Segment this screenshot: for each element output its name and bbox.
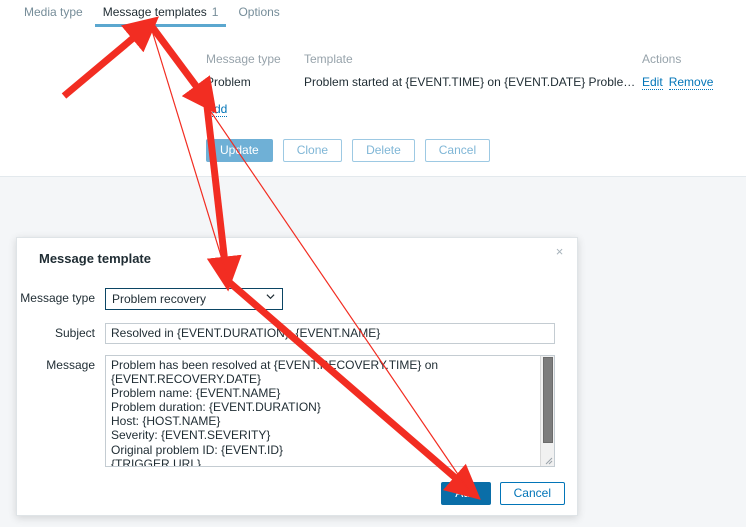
- message-type-select-value: Problem recovery: [112, 292, 207, 306]
- add-template-row: Add: [206, 102, 720, 120]
- textarea-scrollbar[interactable]: [540, 356, 554, 466]
- edit-link[interactable]: Edit: [642, 74, 663, 90]
- close-icon[interactable]: ×: [551, 243, 568, 260]
- tab-options[interactable]: Options: [228, 1, 289, 27]
- chevron-down-icon: [266, 294, 275, 300]
- clone-button[interactable]: Clone: [282, 139, 343, 162]
- update-button[interactable]: Update: [206, 139, 273, 162]
- subject-input[interactable]: Resolved in {EVENT.DURATION}: {EVENT.NAM…: [105, 323, 555, 344]
- message-templates-table: Message type Template Actions Problem Pr…: [206, 48, 720, 120]
- tab-message-templates-badge: 1: [211, 5, 219, 19]
- tab-options-label: Options: [238, 5, 280, 19]
- field-message: Message Problem has been resolved at {EV…: [17, 355, 577, 467]
- dialog-footer: Add Cancel: [441, 482, 565, 505]
- message-label: Message: [46, 358, 95, 372]
- message-textarea[interactable]: Problem has been resolved at {EVENT.RECO…: [105, 355, 555, 467]
- tab-media-type[interactable]: Media type: [14, 1, 93, 27]
- dialog-title: Message template: [39, 251, 151, 266]
- dialog-add-button[interactable]: Add: [441, 482, 491, 505]
- delete-button[interactable]: Delete: [352, 139, 415, 162]
- form-action-buttons: Update Clone Delete Cancel: [206, 139, 491, 162]
- column-header-message-type: Message type: [206, 51, 281, 66]
- field-subject: Subject Resolved in {EVENT.DURATION}: {E…: [17, 323, 577, 344]
- table-header-row: Message type Template Actions: [206, 48, 720, 69]
- message-type-label: Message type: [20, 291, 95, 305]
- field-message-type: Message type Problem recovery: [17, 288, 577, 310]
- message-template-dialog: Message template × Message type Problem …: [16, 237, 578, 516]
- message-textarea-value: Problem has been resolved at {EVENT.RECO…: [111, 358, 439, 467]
- tab-bar: Media type Message templates 1 Options: [0, 0, 746, 28]
- tab-message-templates[interactable]: Message templates 1: [93, 1, 229, 27]
- cell-message-type: Problem: [206, 74, 251, 89]
- remove-link[interactable]: Remove: [668, 74, 714, 90]
- media-type-form-panel: Media type Message templates 1 Options Me…: [0, 0, 746, 177]
- table-row: Problem Problem started at {EVENT.TIME} …: [206, 71, 720, 92]
- column-header-template: Template: [304, 51, 353, 66]
- resize-handle-icon[interactable]: [544, 456, 553, 465]
- textarea-scrollbar-thumb[interactable]: [543, 357, 553, 443]
- cell-template: Problem started at {EVENT.TIME} on {EVEN…: [304, 74, 636, 89]
- subject-label: Subject: [54, 326, 95, 340]
- tab-media-type-label: Media type: [24, 5, 83, 19]
- cell-actions: Edit Remove: [642, 74, 720, 90]
- message-type-select[interactable]: Problem recovery: [105, 288, 283, 310]
- tab-message-templates-label: Message templates: [102, 5, 207, 19]
- cancel-button[interactable]: Cancel: [424, 139, 491, 162]
- column-header-actions: Actions: [642, 51, 682, 66]
- dialog-cancel-button[interactable]: Cancel: [499, 482, 565, 505]
- add-template-link[interactable]: Add: [206, 102, 228, 117]
